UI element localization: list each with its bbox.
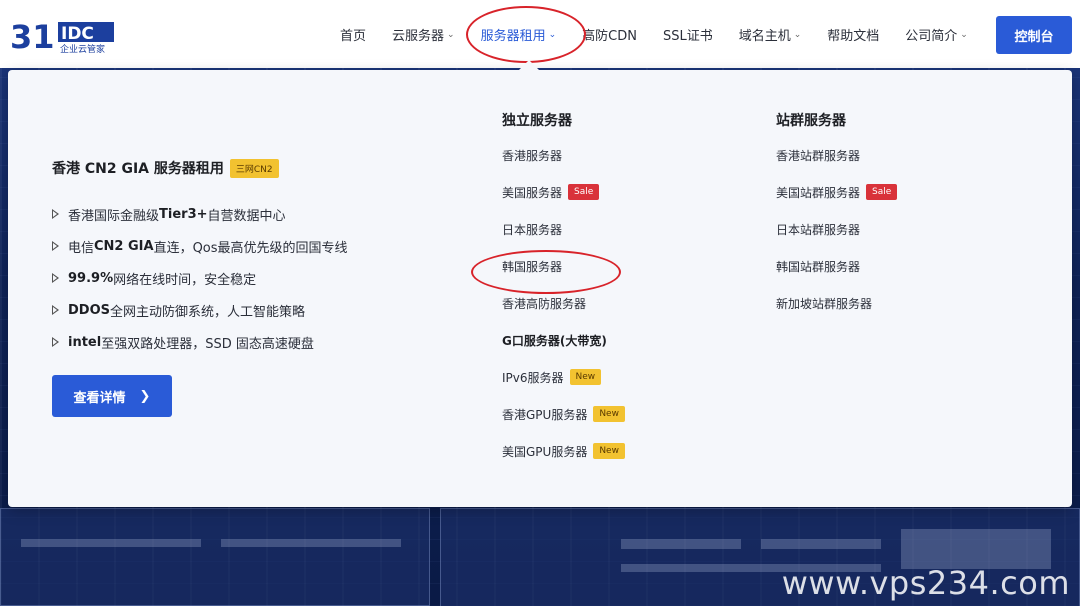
feature-item: 香港国际金融级 Tier3+ 自营数据中心 [52,198,348,230]
new-badge: New [593,406,625,422]
feature-item: 电信 CN2 GIA 直连，Qos最高优先级的回国专线 [52,230,348,262]
play-arrow-icon [52,209,59,219]
feature-item: intel 至强双路处理器，SSD 固态高速硬盘 [52,326,348,358]
menu-link-sg-cluster[interactable]: 新加坡站群服务器 [776,295,897,332]
dedicated-server-column: 独立服务器 香港服务器 美国服务器 Sale 日本服务器 韩国服务器 香港高防服务… [502,110,625,480]
nav-cdn[interactable]: 高防CDN [582,25,637,44]
chevron-down-icon: ⌄ [960,30,968,40]
feature-item: DDOS 全网主动防御系统，人工智能策略 [52,294,348,326]
play-arrow-icon [52,337,59,347]
promo-title-text: 香港 CN2 GIA 服务器租用 [52,161,224,177]
menu-link-jp-cluster[interactable]: 日本站群服务器 [776,221,897,258]
svg-text:31: 31 [10,18,55,54]
new-badge: New [593,443,625,459]
play-arrow-icon [52,241,59,251]
promo-title: 香港 CN2 GIA 服务器租用 三网CN2 [52,158,279,178]
menu-link-us-cluster[interactable]: 美国站群服务器 Sale [776,184,898,221]
view-details-label: 查看详情 [73,390,126,406]
brand-logo[interactable]: 31 IDC 企业云管家 [10,18,116,54]
chevron-down-icon: ⌄ [793,30,802,40]
column-title: 站群服务器 [776,113,846,129]
svg-text:IDC: IDC [61,24,94,44]
play-arrow-icon [52,273,59,283]
nav-label: 域名主机 [738,28,791,44]
play-arrow-icon [52,305,59,315]
menu-link-us-server[interactable]: 美国服务器 Sale [502,184,625,221]
menu-link-g-port-server[interactable]: G口服务器(大带宽) [502,332,625,369]
menu-link-hk-ddos-server[interactable]: 香港高防服务器 [502,295,625,332]
nav-label: 帮助文档 [827,28,880,44]
promo-tag: 三网CN2 [229,158,279,178]
sale-badge: Sale [568,184,600,200]
sale-badge: Sale [866,184,898,200]
nav-company[interactable]: 公司简介 ⌄ [905,25,968,44]
nav-cloud-server[interactable]: 云服务器 ⌄ [392,25,455,44]
console-button[interactable]: 控制台 [996,16,1072,54]
nav-label: 首页 [340,28,367,44]
feature-item: 99.9% 网络在线时间，安全稳定 [52,262,348,294]
svg-text:企业云管家: 企业云管家 [60,43,105,54]
nav-label: 高防CDN [582,28,637,44]
nav-home[interactable]: 首页 [340,25,366,44]
view-details-button[interactable]: 查看详情 ❯ [52,375,172,417]
watermark-text: www.vps234.com [781,564,1070,602]
main-nav: 首页 云服务器 ⌄ 服务器租用 ⌄ 高防CDN SSL证书 域名主机 ⌄ 帮助文… [340,0,994,68]
nav-label: 公司简介 [905,28,958,44]
menu-link-hk-cluster[interactable]: 香港站群服务器 [776,147,897,184]
cluster-server-column: 站群服务器 香港站群服务器 美国站群服务器 Sale 日本站群服务器 韩国站群服务… [776,110,898,332]
nav-ssl[interactable]: SSL证书 [663,25,713,44]
menu-link-kr-cluster[interactable]: 韩国站群服务器 [776,258,897,295]
menu-link-hk-server[interactable]: 香港服务器 [502,147,625,184]
nav-help-docs[interactable]: 帮助文档 [827,25,879,44]
chevron-down-icon: ⌄ [447,30,455,40]
menu-link-us-gpu-server[interactable]: 美国GPU服务器 New [502,443,625,480]
column-title: 独立服务器 [502,113,572,129]
nav-label: 云服务器 [392,28,445,44]
server-rack-image [0,508,430,606]
new-badge: New [569,369,602,385]
chevron-right-icon: ❯ [139,388,151,404]
promo-feature-list: 香港国际金融级 Tier3+ 自营数据中心 电信 CN2 GIA 直连，Qos最… [52,198,348,358]
nav-label: SSL证书 [662,28,713,44]
dropdown-pointer [519,60,539,70]
annotation-circle [471,250,621,294]
nav-domain-hosting[interactable]: 域名主机 ⌄ [739,25,802,44]
menu-link-ipv6-server[interactable]: IPv6服务器 New [502,369,625,406]
menu-link-hk-gpu-server[interactable]: 香港GPU服务器 New [502,406,625,443]
annotation-circle [466,6,586,63]
